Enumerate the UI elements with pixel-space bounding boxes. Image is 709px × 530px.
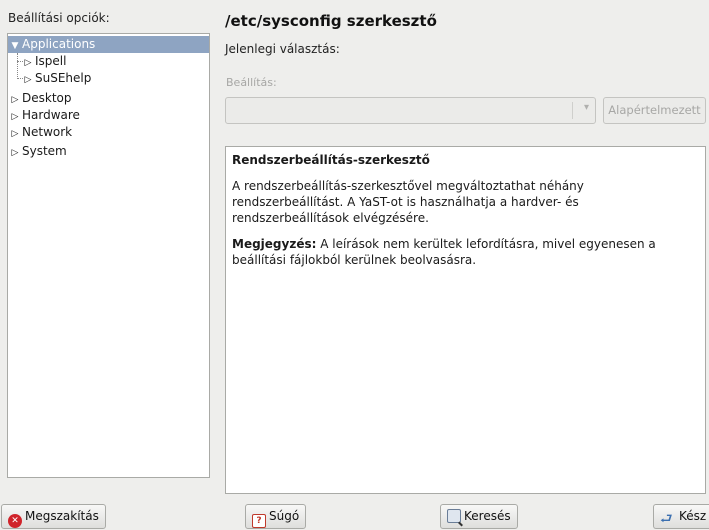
tree-item-label: Desktop	[22, 91, 72, 105]
description-title: Rendszerbeállítás-szerkesztő	[232, 153, 430, 167]
setting-label: Beállítás:	[226, 76, 277, 89]
note-label: Megjegyzés:	[232, 237, 317, 251]
tree-item-label: Hardware	[22, 108, 80, 122]
triangle-down-icon[interactable]: ▼	[8, 38, 22, 55]
help-button[interactable]: ? Súgó	[245, 504, 307, 529]
tree-item-ispell[interactable]: ▷ Ispell	[21, 53, 67, 70]
cancel-button[interactable]: ✕ Megszakítás	[1, 504, 106, 529]
config-options-label: Beállítási opciók:	[8, 11, 110, 25]
page-title: /etc/sysconfig szerkesztő	[225, 12, 437, 30]
chevron-down-icon[interactable]: ▾	[584, 102, 589, 113]
tree-item-applications[interactable]: ▼ Applications	[8, 36, 209, 53]
tree-item-hardware[interactable]: ▷ Hardware	[8, 107, 80, 124]
current-selection-label: Jelenlegi választás:	[225, 42, 340, 56]
help-button-label: Súgó	[269, 509, 300, 523]
tree-item-label: Network	[22, 125, 73, 139]
tree-item-label: System	[22, 144, 67, 158]
tree-branch-line	[17, 53, 18, 79]
help-icon: ?	[252, 514, 266, 528]
search-icon	[447, 509, 461, 523]
finish-button-label: Kész	[679, 509, 707, 523]
combo-separator	[572, 102, 573, 119]
tree-item-desktop[interactable]: ▷ Desktop	[8, 90, 72, 107]
default-button[interactable]: Alapértelmezett	[603, 97, 706, 124]
tree-item-label: Applications	[22, 37, 96, 51]
tree-item-system[interactable]: ▷ System	[8, 143, 67, 160]
search-button[interactable]: Keresés	[440, 504, 518, 529]
tree-item-network[interactable]: ▷ Network	[8, 124, 73, 143]
tree-item-label: Ispell	[35, 54, 67, 68]
triangle-right-icon[interactable]: ▷	[21, 72, 35, 89]
cancel-button-label: Megszakítás	[25, 509, 99, 523]
tree-item-susehelp[interactable]: ▷ SuSEhelp	[21, 70, 92, 89]
description-pane: Rendszerbeállítás-szerkesztő A rendszerb…	[225, 146, 706, 494]
finish-button[interactable]: ⮐ Kész	[653, 504, 709, 529]
setting-combobox[interactable]: ▾	[225, 97, 596, 124]
finish-icon: ⮐	[660, 511, 673, 527]
triangle-right-icon[interactable]: ▷	[8, 126, 22, 143]
tree-item-label: SuSEhelp	[35, 71, 92, 85]
cancel-icon: ✕	[8, 514, 22, 528]
description-paragraph: A rendszerbeállítás-szerkesztővel megvál…	[232, 179, 584, 225]
description-note: Megjegyzés: A leírások nem kerültek lefo…	[232, 236, 699, 268]
triangle-right-icon[interactable]: ▷	[8, 145, 22, 162]
config-tree[interactable]: ▼ Applications ▷ Ispell ▷ SuSEhelp ▷ Desktop…	[7, 33, 210, 478]
search-button-label: Keresés	[464, 509, 511, 523]
